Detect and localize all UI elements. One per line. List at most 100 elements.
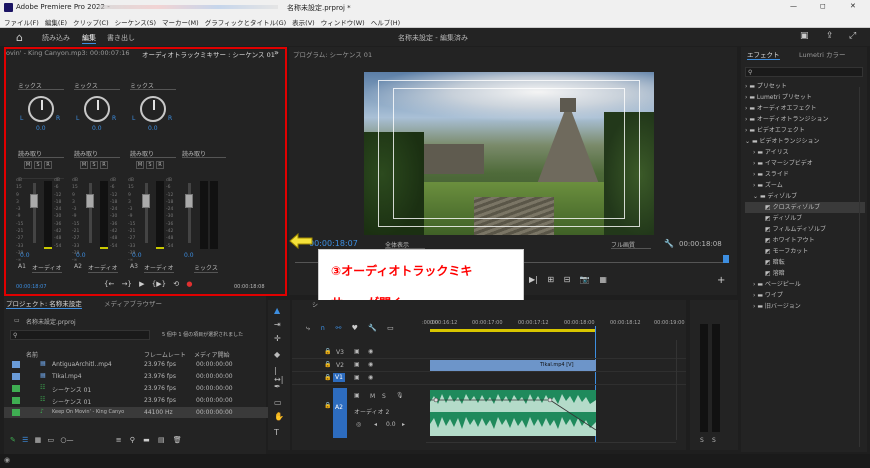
sync-icon[interactable]: ▣ [354, 374, 360, 381]
lock-icon[interactable]: 🔒 [324, 348, 331, 355]
lock-icon[interactable]: 🔒 [324, 374, 331, 381]
solo-right-button[interactable]: S [712, 437, 716, 444]
add-button-icon[interactable]: + [717, 275, 725, 286]
ripple-edit-tool-icon[interactable]: ✛ [274, 334, 284, 344]
pencil-icon[interactable]: ✎ [10, 436, 16, 444]
new-bin-icon[interactable]: ▬ [143, 436, 150, 444]
sync-icon[interactable]: ▣ [354, 392, 360, 399]
keyframe-prev-icon[interactable]: ◂ [374, 421, 377, 428]
find-icon[interactable]: ⚲ [130, 436, 135, 444]
eye-icon[interactable]: ◉ [368, 374, 373, 381]
step-forward-icon[interactable]: ▶| [529, 275, 538, 284]
tree-item-morph-cut[interactable]: ◩ モーフカット [745, 246, 865, 257]
quality-dropdown[interactable]: フル画質 [611, 240, 651, 249]
menu-sequence[interactable]: シーケンス(S) [115, 19, 156, 27]
overwrite-icon[interactable]: ⊟ [564, 275, 571, 284]
share-icon[interactable]: ⇪ [826, 31, 834, 41]
hand-tool-icon[interactable]: ✋ [274, 412, 284, 422]
menu-window[interactable]: ウィンドウ(W) [321, 19, 365, 27]
wrench-icon[interactable]: 🔧 [368, 324, 377, 332]
home-icon[interactable]: ⌂ [16, 31, 23, 44]
linked-selection-icon[interactable]: ⚯ [336, 324, 342, 332]
tree-item-white-out[interactable]: ◩ ホワイトアウト [745, 235, 865, 246]
selection-tool-icon[interactable]: ▲ [274, 306, 284, 316]
slip-tool-icon[interactable]: |↔| [274, 366, 284, 384]
tree-item-zoom[interactable]: › ▬ ズーム [745, 180, 865, 191]
freeform-view-icon[interactable]: ▭ [47, 436, 54, 444]
nest-icon[interactable]: ⤷ [306, 324, 310, 332]
workspace-icon[interactable]: ▣ [800, 31, 809, 41]
list-item[interactable]: ☷ シーケンス 01 23.976 fps 00:00:00:00 [4, 395, 274, 406]
menu-edit[interactable]: 編集(E) [45, 19, 67, 27]
razor-tool-icon[interactable]: ◆ [274, 350, 284, 360]
project-search-input[interactable]: ⚲ [10, 330, 150, 340]
list-item[interactable]: ♪ Keep On Movin' - King Canyo 44100 Hz 0… [4, 407, 274, 418]
playhead-marker[interactable] [723, 255, 729, 263]
pen-tool-icon[interactable]: ✒ [274, 382, 284, 392]
export-frame-icon[interactable]: 📷 [580, 275, 590, 284]
fit-dropdown[interactable]: 全体表示 [385, 240, 425, 249]
tree-item-film-dissolve[interactable]: ◩ フィルムディゾルブ [745, 224, 865, 235]
tree-item-slide[interactable]: › ▬ スライド [745, 169, 865, 180]
solo-left-button[interactable]: S [700, 437, 704, 444]
list-item[interactable]: ☷ シーケンス 01 23.976 fps 00:00:00:00 [4, 383, 274, 394]
program-timecode[interactable]: 00:00:18:07 [309, 239, 358, 248]
video-clip[interactable]: TIkal.mp4 [V] [430, 360, 596, 371]
tree-item-audio-transitions[interactable]: › ▬ オーディオトランジション [745, 114, 865, 125]
tree-item-page-peel[interactable]: › ▬ ページピール [745, 279, 865, 290]
list-item[interactable]: ▦ TIkal.mp4 23.976 fps 00:00:00:00 [4, 371, 274, 382]
keyframe-next-icon[interactable]: ▸ [402, 421, 405, 428]
eye-icon[interactable]: ◉ [368, 361, 373, 368]
trash-icon[interactable]: 🗑 [173, 436, 182, 444]
tree-item-lumetri-presets[interactable]: › ▬ Lumetri プリセット [745, 92, 865, 103]
audio-clip[interactable] [430, 390, 596, 436]
tree-item-presets[interactable]: › ▬ プリセット [745, 81, 865, 92]
tab-import[interactable]: 読み込み [42, 33, 70, 43]
maximize-button[interactable]: ◻ [820, 2, 826, 10]
minimize-button[interactable]: — [790, 2, 797, 10]
list-view-icon[interactable]: ☰ [22, 436, 28, 444]
snap-icon[interactable]: ∩ [320, 324, 325, 332]
tree-item-dip-black[interactable]: ◩ 暗転 [745, 257, 865, 268]
tree-item-wipe[interactable]: › ▬ ワイプ [745, 290, 865, 301]
header-name[interactable]: 名前 [26, 350, 38, 359]
marker-icon[interactable]: ♥ [352, 324, 358, 332]
tree-item-legacy[interactable]: › ▬ 旧バージョン [745, 301, 865, 312]
caption-icon[interactable]: ▭ [387, 324, 394, 332]
close-button[interactable]: ✕ [850, 2, 856, 10]
tab-edit[interactable]: 編集 [82, 33, 96, 44]
timeline-horizontal-scroll[interactable] [426, 442, 676, 447]
time-ruler[interactable]: :00:00 0:00:16:12 00:00:17:00 00:00:17:1… [422, 318, 685, 334]
tree-item-iris[interactable]: › ▬ アイリス [745, 147, 865, 158]
settings-wrench-icon[interactable]: 🔧 [664, 239, 674, 248]
media-browser-tab[interactable]: メディアブラウザー [104, 298, 162, 308]
status-eye-icon[interactable]: ◉ [4, 456, 10, 464]
type-tool-icon[interactable]: T [274, 428, 284, 438]
zoom-slider[interactable]: ○— [60, 436, 73, 444]
effects-search-input[interactable]: ⚲ [745, 67, 863, 77]
sync-icon[interactable]: ▣ [354, 361, 360, 368]
eye-icon[interactable]: ◉ [368, 348, 373, 355]
keyframe-nav-icon[interactable]: ◎ [356, 421, 361, 428]
menu-help[interactable]: ヘルプ(H) [371, 19, 400, 27]
tree-item-dissolve-effect[interactable]: ◩ ディゾルブ [745, 213, 865, 224]
effects-tab[interactable]: エフェクト [747, 49, 780, 60]
menu-view[interactable]: 表示(V) [292, 19, 315, 27]
sort-icon[interactable]: ≡ [116, 436, 122, 444]
tab-export[interactable]: 書き出し [107, 33, 135, 43]
mic-icon[interactable]: 🎙 [396, 392, 404, 399]
tree-item-fade[interactable]: ◩ 溶暗 [745, 268, 865, 279]
project-tab[interactable]: プロジェクト: 名称未設定 [6, 298, 82, 309]
menu-graphics[interactable]: グラフィックとタイトル(G) [205, 19, 286, 27]
tree-item-video-transitions[interactable]: ⌄ ▬ ビデオトランジション [745, 136, 865, 147]
fullscreen-icon[interactable]: ⤢ [849, 31, 856, 41]
timeline-tab-fragment[interactable]: シ [312, 300, 318, 309]
lumetri-tab[interactable]: Lumetri カラー [799, 49, 846, 59]
mute-button[interactable]: M [370, 393, 375, 400]
list-item[interactable]: ▦ AntiguaArchitl..mp4 23.976 fps 00:00:0… [4, 359, 274, 370]
timeline-vertical-scroll[interactable] [676, 340, 682, 440]
compare-icon[interactable]: ▦ [599, 275, 607, 284]
rectangle-tool-icon[interactable]: ▭ [274, 398, 284, 408]
tree-item-video-effects[interactable]: › ▬ ビデオエフェクト [745, 125, 865, 136]
tree-item-audio-effects[interactable]: › ▬ オーディオエフェクト [745, 103, 865, 114]
